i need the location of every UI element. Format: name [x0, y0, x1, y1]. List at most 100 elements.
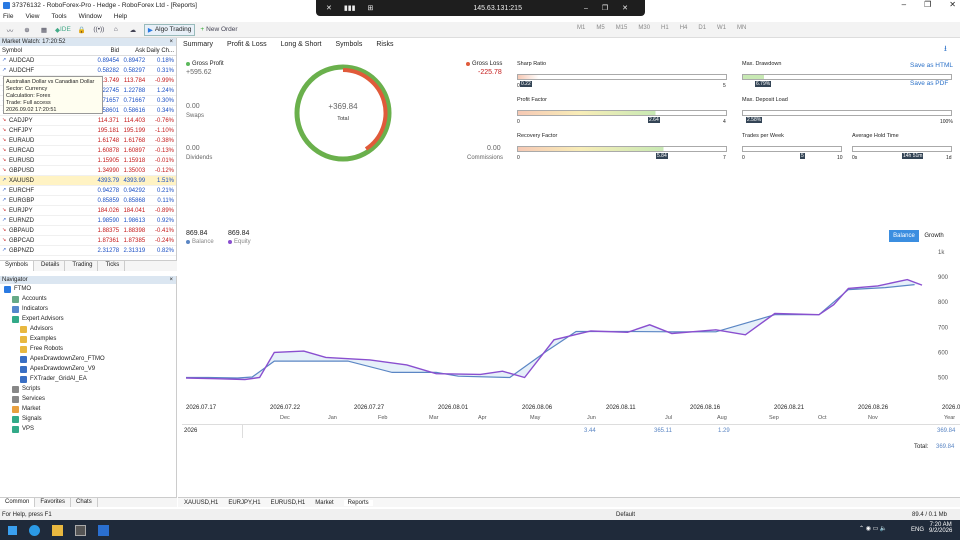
menu-view[interactable]: View [25, 13, 39, 20]
tab-profit-loss[interactable]: Profit & Loss [227, 41, 267, 48]
edge-icon[interactable] [29, 524, 40, 536]
tab-eurjpy[interactable]: EURJPY,H1 [228, 500, 260, 506]
market-watch-row[interactable]: ↘ EURAUD 1.61748 1.61768 -0.38% [0, 136, 176, 146]
col-symbol[interactable]: Symbol [0, 48, 97, 54]
menu-tools[interactable]: Tools [51, 13, 66, 20]
navigator-item[interactable]: Services [0, 394, 176, 404]
tab-chats[interactable]: Chats [71, 498, 98, 507]
tab-risks[interactable]: Risks [376, 41, 393, 48]
navigator-item[interactable]: FXTrader_GridAI_EA [0, 374, 176, 384]
menu-file[interactable]: File [3, 13, 13, 20]
navigator-item[interactable]: Examples [0, 334, 176, 344]
balance-button[interactable]: Balance [889, 230, 919, 242]
windows-start-icon[interactable] [8, 525, 17, 535]
chart-icon[interactable]: 〰 [4, 24, 16, 36]
tab-reports[interactable]: Reports [343, 499, 373, 506]
market-watch-row[interactable]: ↘ EURUSD 1.15905 1.15918 -0.01% [0, 156, 176, 166]
growth-button[interactable]: Growth [919, 230, 949, 242]
market-watch-row[interactable]: ↘ GBPUSD 1.34990 1.35003 -0.12% [0, 166, 176, 176]
tab-ticks[interactable]: Ticks [100, 261, 126, 271]
tree-node-icon [12, 315, 19, 323]
save-html-item[interactable]: Save as HTML [910, 60, 960, 72]
tf-w1[interactable]: W1 [717, 25, 726, 31]
market-watch-row[interactable]: ↗ EURNZD 1.98590 1.98613 0.92% [0, 216, 176, 226]
tab-favorites[interactable]: Favorites [35, 498, 72, 507]
col-change[interactable]: Daily Ch... [145, 48, 176, 54]
navigator-item[interactable]: Scripts [0, 384, 176, 394]
tab-symbols[interactable]: Symbols [0, 261, 35, 271]
market-watch-row[interactable]: ↗ AUDCHF 0.58282 0.58297 0.31% [0, 66, 176, 76]
lock-icon[interactable]: 🔒 [76, 24, 88, 36]
vps-icon[interactable]: ☁ [127, 24, 139, 36]
menu-help[interactable]: Help [114, 13, 127, 20]
change-cell: -0.38% [154, 137, 174, 144]
close-icon[interactable]: × [169, 39, 176, 45]
market-watch-row[interactable]: ↘ GBPCAD 1.87361 1.87385 -0.24% [0, 236, 176, 246]
navigator-item[interactable]: Free Robots [0, 344, 176, 354]
algo-trading-button[interactable]: ▶ Algo Trading [143, 23, 196, 36]
market-icon[interactable]: ⌂ [110, 24, 122, 36]
market-watch-row[interactable]: ↘ EURJPY 184.026 184.041 -0.89% [0, 206, 176, 216]
tab-trading[interactable]: Trading [67, 261, 99, 271]
tab-market[interactable]: Market [315, 500, 333, 506]
roboforex-icon[interactable] [98, 524, 109, 536]
bid-cell: 2.31278 [97, 247, 120, 254]
tab-summary[interactable]: Summary [183, 41, 213, 48]
tf-m15[interactable]: M15 [616, 25, 628, 31]
navigator-item[interactable]: Expert Advisors [0, 314, 176, 324]
navigator-item[interactable]: VPS [0, 424, 176, 434]
tab-eurusd[interactable]: EURUSD,H1 [271, 500, 306, 506]
close-icon[interactable]: × [169, 277, 176, 283]
add-icon[interactable]: ⊕ [21, 24, 33, 36]
tf-d1[interactable]: D1 [698, 25, 706, 31]
navigator-item[interactable]: Signals [0, 414, 176, 424]
navigator-item[interactable]: Market [0, 404, 176, 414]
tab-common[interactable]: Common [0, 498, 36, 507]
tab-details[interactable]: Details [36, 261, 66, 271]
download-icon[interactable]: ⭳ [944, 43, 947, 57]
market-watch-row[interactable]: ↘ CHFJPY 195.181 195.199 -1.10% [0, 126, 176, 136]
navigator-item[interactable]: Advisors [0, 324, 176, 334]
language[interactable]: ENG [911, 527, 924, 533]
minimize-icon[interactable]: – [902, 0, 906, 9]
navigator-item[interactable]: Indicators [0, 304, 176, 314]
tf-m1[interactable]: M1 [577, 25, 585, 31]
terminal-icon[interactable] [75, 524, 86, 536]
tf-h1[interactable]: H1 [661, 25, 669, 31]
restore-icon[interactable]: ❐ [924, 0, 931, 9]
col-ask[interactable]: Ask [119, 48, 145, 54]
tray-icons[interactable]: ⌃ ◉ ▭ 🔈 [859, 525, 887, 532]
clock[interactable]: 7:20 AM 9/2/2026 [929, 522, 952, 534]
navigator-item[interactable]: FTMO [0, 284, 176, 294]
col-bid[interactable]: Bid [97, 48, 119, 54]
navigator-item[interactable]: Accounts [0, 294, 176, 304]
close-icon[interactable]: ✕ [949, 0, 956, 9]
tab-xauusd[interactable]: XAUUSD,H1 [184, 500, 218, 506]
market-watch-row[interactable]: ↗ EURCHF 0.94278 0.94292 0.21% [0, 186, 176, 196]
ide-button[interactable]: ◆ IDE [55, 24, 71, 36]
market-watch-row[interactable]: ↗ XAUUSD 4393.79 4393.99 1.51% [0, 176, 176, 186]
tf-mn[interactable]: MN [737, 25, 746, 31]
market-watch-row[interactable]: ↗ GBPNZD 2.31278 2.31319 0.82% [0, 246, 176, 256]
signals-icon[interactable]: ((•)) [93, 24, 105, 36]
navigator-item[interactable]: ApexDrawdownZero_V9 [0, 364, 176, 374]
market-watch-row[interactable]: ↗ EURGBP 0.85859 0.85868 0.11% [0, 196, 176, 206]
new-order-button[interactable]: + New Order [200, 24, 237, 36]
menu-window[interactable]: Window [79, 13, 102, 20]
explorer-icon[interactable] [52, 524, 63, 536]
change-cell: -0.24% [154, 237, 174, 244]
navigator-item[interactable]: ApexDrawdownZero_FTMO [0, 354, 176, 364]
tree-node-icon [12, 425, 19, 433]
report-tabs: Summary Profit & Loss Long & Short Symbo… [183, 41, 393, 48]
tab-symbols-report[interactable]: Symbols [336, 41, 363, 48]
tf-h4[interactable]: H4 [680, 25, 688, 31]
grid-icon[interactable]: ▦ [38, 24, 50, 36]
tf-m30[interactable]: M30 [638, 25, 650, 31]
market-watch-row[interactable]: ↘ CADJPY 114.371 114.403 -0.76% [0, 116, 176, 126]
taskbar: ⌃ ◉ ▭ 🔈 ENG 7:20 AM 9/2/2026 [0, 520, 960, 540]
market-watch-row[interactable]: ↘ GBPAUD 1.88375 1.88398 -0.41% [0, 226, 176, 236]
market-watch-row[interactable]: ↗ AUDCAD 0.89454 0.89472 0.18% [0, 56, 176, 66]
market-watch-row[interactable]: ↘ EURCAD 1.60878 1.60897 -0.13% [0, 146, 176, 156]
tab-long-short[interactable]: Long & Short [281, 41, 322, 48]
tf-m5[interactable]: M5 [596, 25, 604, 31]
